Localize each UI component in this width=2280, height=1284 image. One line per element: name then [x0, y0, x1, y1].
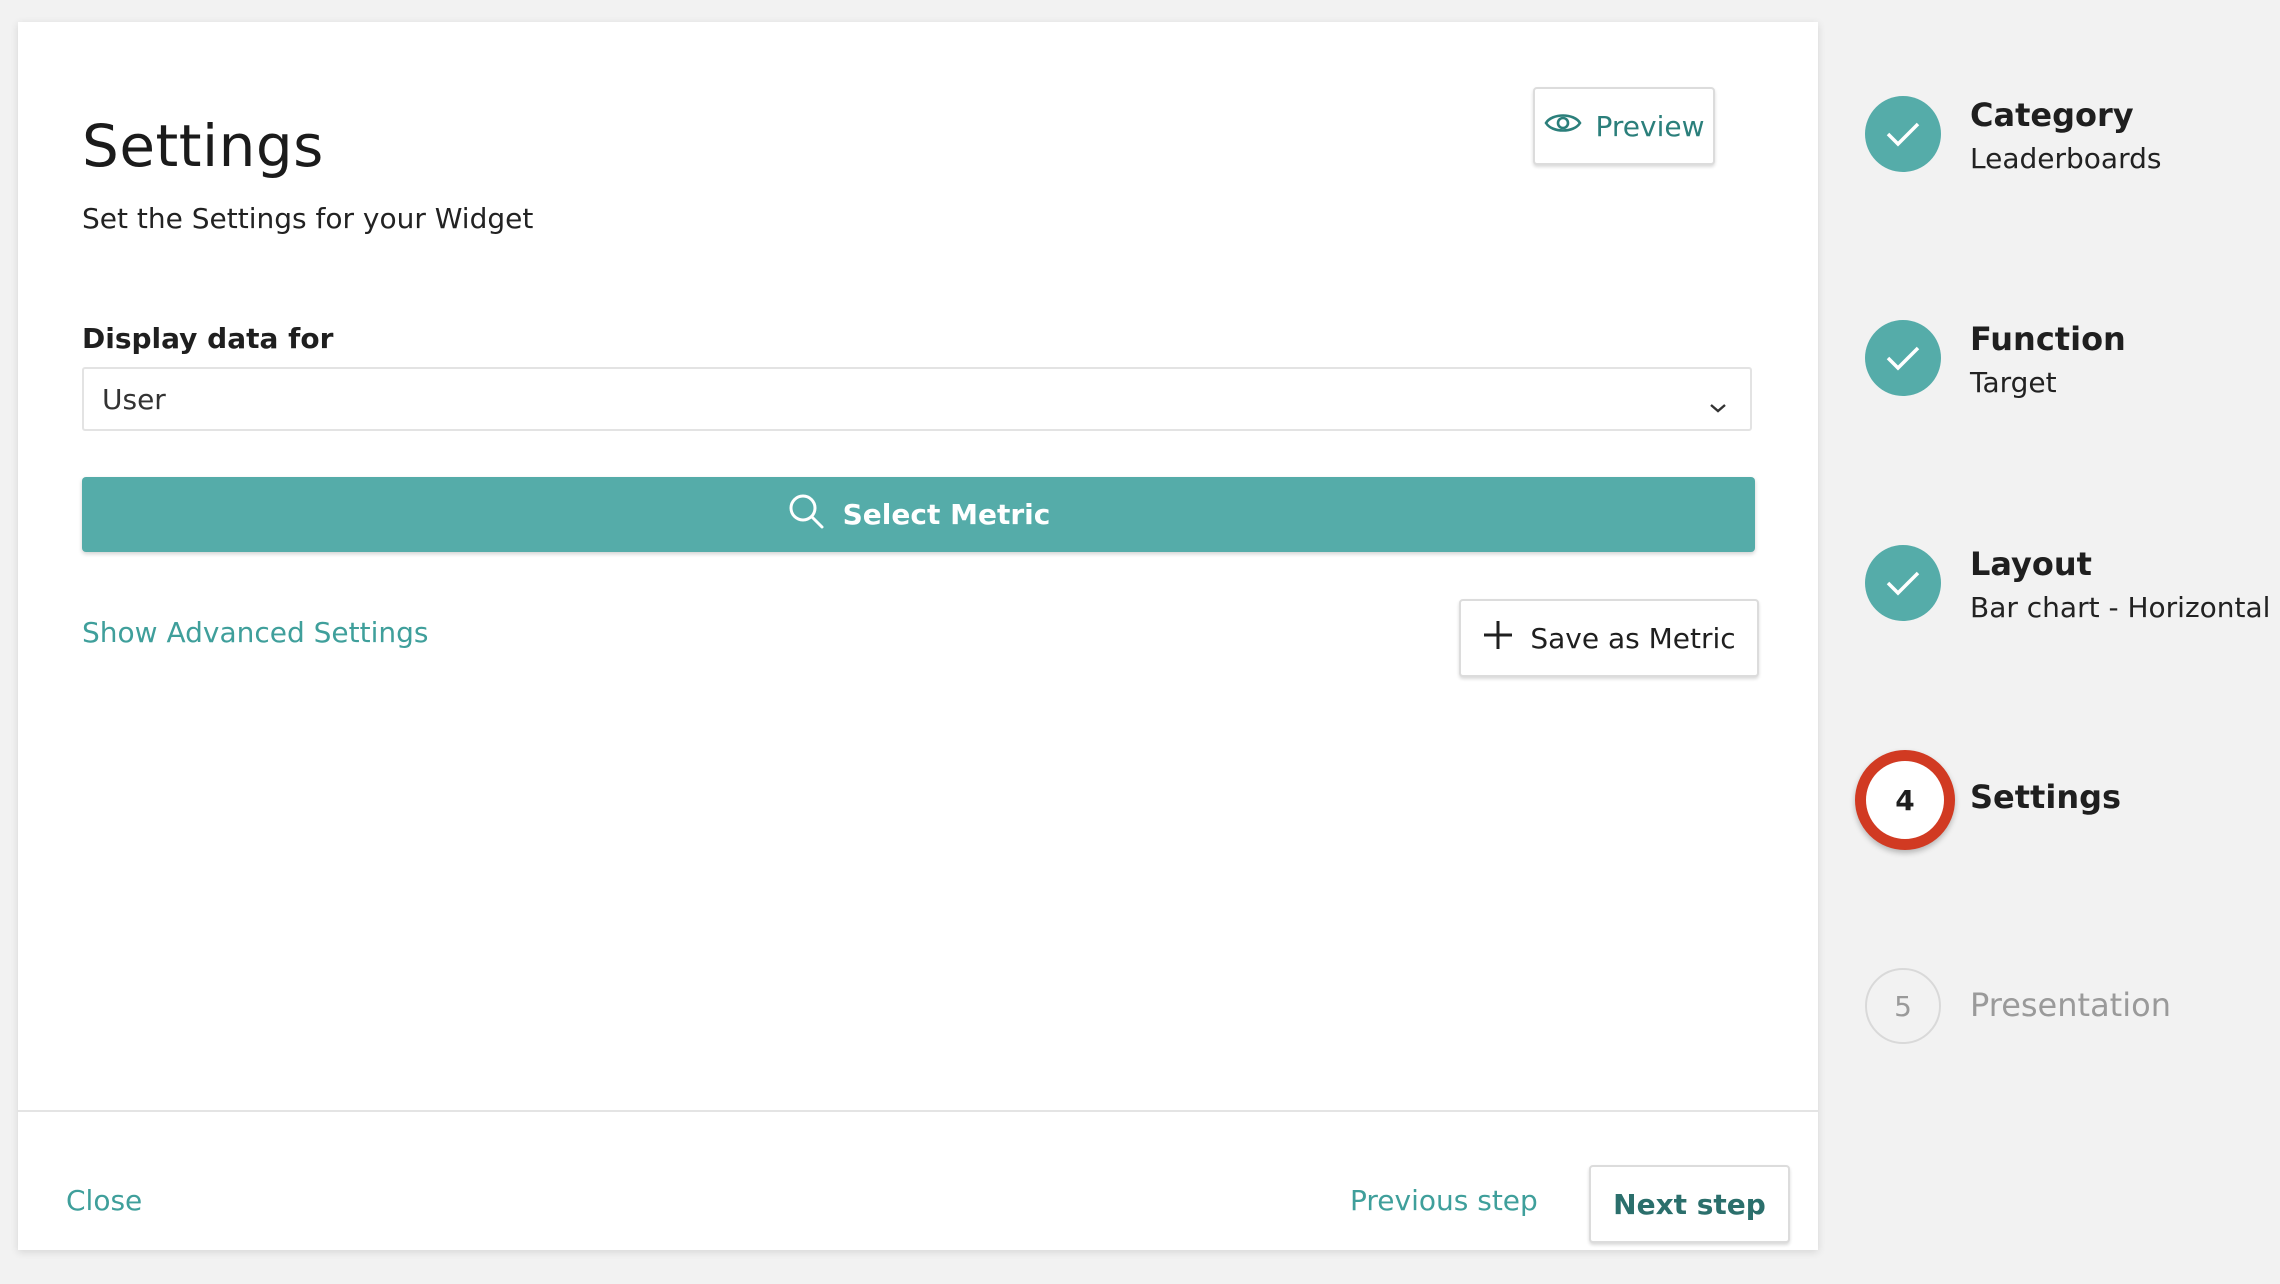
display-data-label: Display data for [82, 322, 334, 355]
save-as-metric-button[interactable]: Save as Metric [1459, 599, 1759, 677]
plus-icon [1482, 619, 1514, 658]
display-data-value: User [102, 382, 166, 416]
step-title: Category [1970, 96, 2134, 134]
next-step-button[interactable]: Next step [1589, 1165, 1790, 1243]
step-number-badge: 5 [1865, 968, 1941, 1044]
step-number-badge: 4 [1855, 750, 1955, 850]
close-link[interactable]: Close [66, 1184, 142, 1217]
step-title: Layout [1970, 545, 2092, 583]
select-metric-button[interactable]: Select Metric [82, 477, 1755, 552]
settings-card: Settings Set the Settings for your Widge… [18, 22, 1818, 1250]
preview-button[interactable]: Preview [1533, 87, 1715, 165]
page-subtitle: Set the Settings for your Widget [82, 202, 534, 235]
search-icon [787, 492, 825, 537]
step-subtitle: Leaderboards [1970, 142, 2162, 175]
check-icon [1865, 320, 1941, 396]
widget-wizard: Settings Set the Settings for your Widge… [0, 0, 2280, 1284]
previous-step-link[interactable]: Previous step [1350, 1184, 1538, 1217]
display-data-select[interactable]: User [82, 367, 1752, 431]
select-metric-label: Select Metric [842, 498, 1051, 531]
footer-divider [18, 1110, 1818, 1112]
step-subtitle: Bar chart - Horizontal [1970, 591, 2271, 624]
step-title: Settings [1970, 778, 2122, 816]
preview-label: Preview [1595, 109, 1705, 143]
page-title: Settings [82, 112, 324, 180]
save-as-metric-label: Save as Metric [1530, 621, 1736, 655]
eye-icon [1543, 110, 1582, 143]
check-icon [1865, 96, 1941, 172]
step-title: Function [1970, 320, 2126, 358]
show-advanced-settings-link[interactable]: Show Advanced Settings [82, 616, 429, 649]
chevron-down-icon [1708, 389, 1728, 422]
step-title: Presentation [1970, 986, 2171, 1024]
step-subtitle: Target [1970, 366, 2057, 399]
check-icon [1865, 545, 1941, 621]
